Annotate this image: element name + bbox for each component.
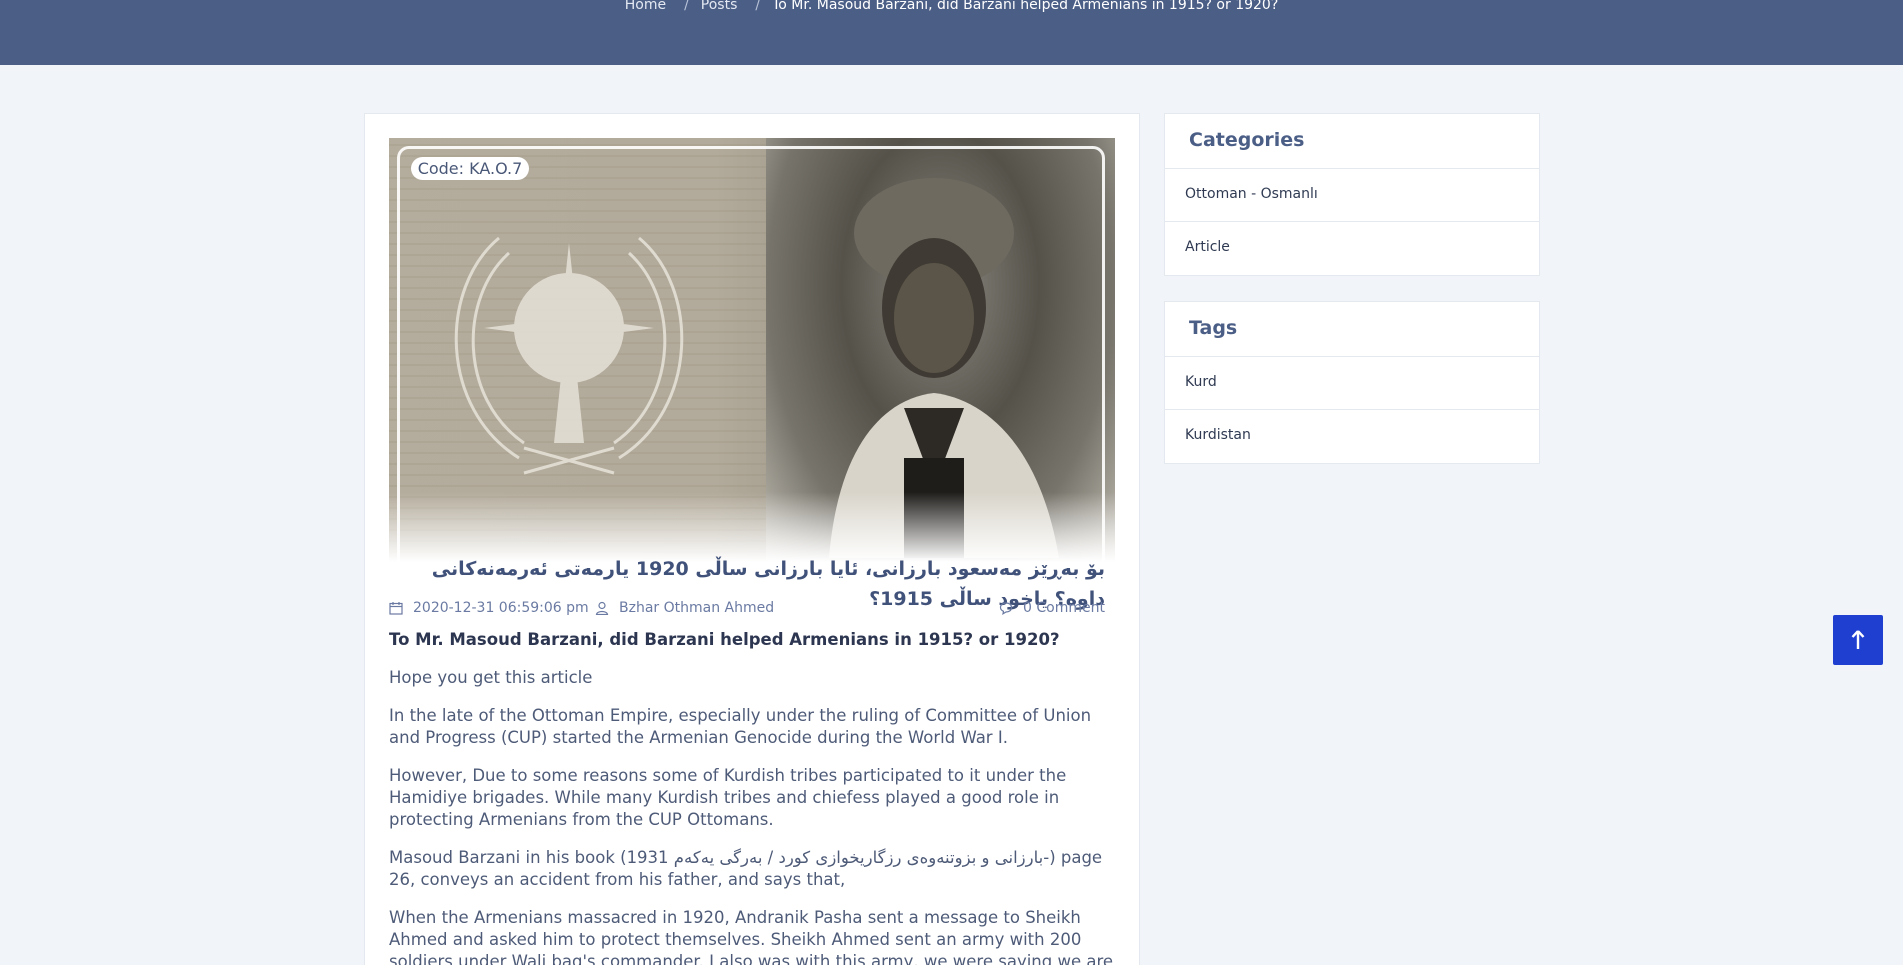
- calendar-icon: [389, 602, 403, 615]
- image-fade: [389, 492, 1115, 562]
- post-comments-text[interactable]: 0 Comment: [1023, 600, 1105, 616]
- breadcrumb-posts[interactable]: Posts: [701, 0, 738, 13]
- categories-title: Categories: [1165, 114, 1539, 169]
- breadcrumb-separator: /: [755, 0, 761, 13]
- post-meta: 2020-12-31 06:59:06 pm Bzhar Othman Ahme…: [389, 600, 1105, 620]
- post-comments[interactable]: 0 Comment: [999, 600, 1105, 616]
- post-featured-image: Code: KA.O.7: [389, 138, 1115, 562]
- page-header: Home / Posts / To Mr. Masoud Barzani, di…: [0, 0, 1903, 65]
- category-item-ottoman[interactable]: Ottoman - Osmanlı: [1165, 169, 1539, 222]
- code-badge: Code: KA.O.7: [411, 157, 529, 180]
- tags-title: Tags: [1165, 302, 1539, 357]
- post-author[interactable]: Bzhar Othman Ahmed: [595, 600, 774, 616]
- post-date-text: 2020-12-31 06:59:06 pm: [413, 600, 589, 616]
- post-card: Code: KA.O.7 بۆ بەڕێز مەسعود بارزانی، ئا…: [364, 113, 1140, 965]
- breadcrumb-home[interactable]: Home: [625, 0, 666, 13]
- user-icon: [595, 601, 609, 615]
- breadcrumb-separator: /: [684, 0, 689, 13]
- arrow-up-icon: [1851, 630, 1865, 649]
- post-author-text[interactable]: Bzhar Othman Ahmed: [619, 600, 774, 616]
- post-paragraph: In the late of the Ottoman Empire, espec…: [389, 706, 1092, 747]
- post-paragraph: Masoud Barzani in his book (بارزانی و بز…: [389, 848, 1103, 889]
- category-item-article[interactable]: Article: [1165, 222, 1539, 275]
- post-body: To Mr. Masoud Barzani, did Barzani helpe…: [389, 629, 1119, 965]
- back-to-top-button[interactable]: [1833, 615, 1883, 665]
- breadcrumb-current: To Mr. Masoud Barzani, did Barzani helpe…: [772, 0, 1279, 13]
- tag-item-kurd[interactable]: Kurd: [1165, 357, 1539, 410]
- tags-widget: Tags Kurd Kurdistan: [1164, 301, 1540, 464]
- comment-icon: [999, 602, 1013, 615]
- post-lead: To Mr. Masoud Barzani, did Barzani helpe…: [389, 630, 1060, 649]
- post-paragraph: Hope you get this article: [389, 668, 593, 687]
- post-date: 2020-12-31 06:59:06 pm: [389, 600, 589, 616]
- post-paragraph: However, Due to some reasons some of Kur…: [389, 766, 1067, 829]
- post-paragraph: When the Armenians massacred in 1920, An…: [389, 908, 1114, 965]
- categories-widget: Categories Ottoman - Osmanlı Article: [1164, 113, 1540, 276]
- tag-item-kurdistan[interactable]: Kurdistan: [1165, 410, 1539, 463]
- breadcrumb: Home / Posts / To Mr. Masoud Barzani, di…: [0, 0, 1903, 13]
